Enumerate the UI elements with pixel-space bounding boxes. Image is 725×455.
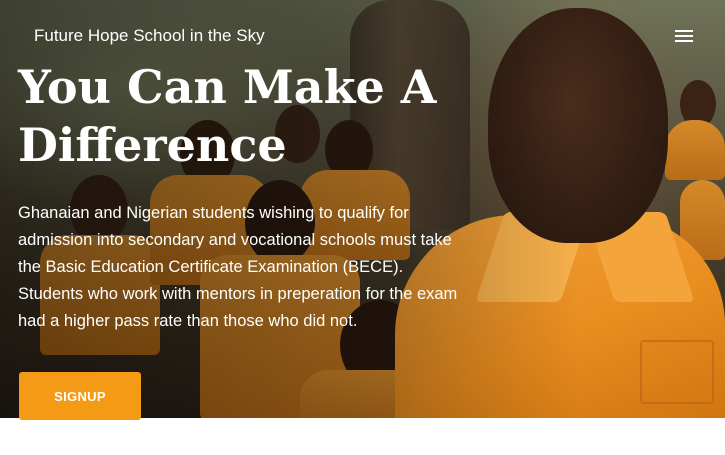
signup-button[interactable]: SIGNUP (19, 372, 141, 420)
hamburger-menu-icon[interactable] (675, 30, 693, 43)
hero-description: Ghanaian and Nigerian students wishing t… (18, 204, 458, 330)
hero-title: You Can Make A Difference (18, 60, 437, 172)
site-brand-link[interactable]: Future Hope School in the Sky (34, 26, 265, 46)
